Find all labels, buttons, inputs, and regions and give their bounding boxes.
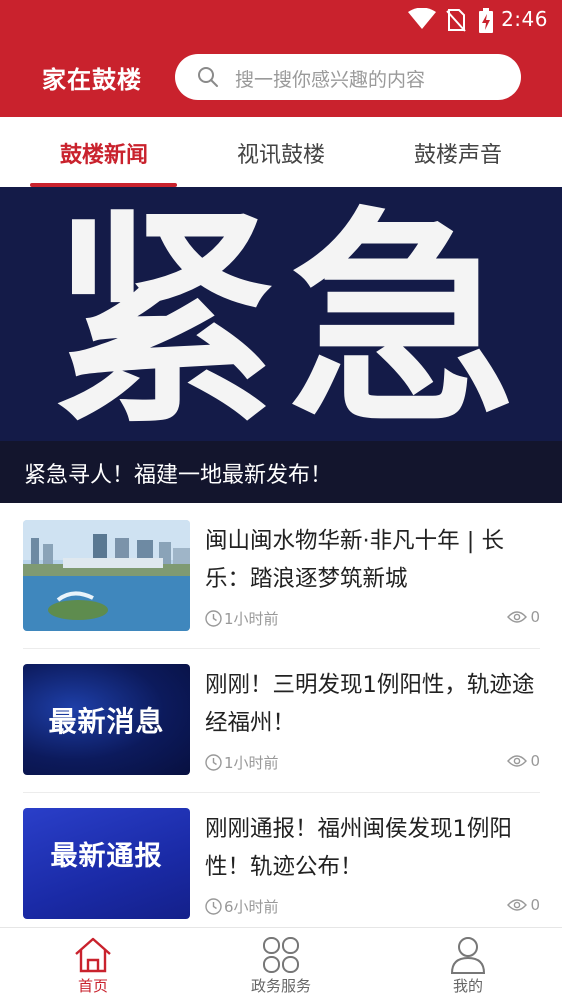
news-time: 6小时前 [205,896,279,917]
thumbnail-text: 最新消息 [48,704,165,738]
category-tabs: 鼓楼新闻 视讯鼓楼 鼓楼声音 [0,117,562,187]
news-views-count: 0 [530,896,540,914]
news-time-text: 1小时前 [224,610,279,628]
nav-mine[interactable]: 我的 [398,928,538,1000]
news-views: 0 [507,752,540,770]
news-thumbnail-latest-news: 最新消息 [23,664,190,775]
news-time: 1小时前 [205,752,279,773]
app-header: 2:46 家在鼓楼 搜一搜你感兴趣的内容 [0,0,562,117]
bottom-navigation: 首页 政务服务 我的 [0,927,562,1000]
search-placeholder: 搜一搜你感兴趣的内容 [235,69,426,91]
clock-icon [205,898,222,915]
news-time-text: 1小时前 [224,754,279,772]
news-thumbnail-latest-report: 最新通报 [23,808,190,919]
search-icon [198,67,218,87]
battery-charging-icon [479,8,493,33]
tab-gulou-news[interactable]: 鼓楼新闻 [14,137,194,169]
eye-icon [507,611,528,623]
search-input[interactable]: 搜一搜你感兴趣的内容 [175,54,521,100]
wifi-icon [408,8,436,29]
divider [23,648,540,649]
nav-government-services[interactable]: 政务服务 [211,928,351,1000]
status-bar: 2:46 [0,0,562,38]
nav-home-label: 首页 [77,977,108,995]
nav-mine-label: 我的 [452,977,483,995]
news-views-count: 0 [530,608,540,626]
eye-icon [507,755,528,767]
banner-image-text: 紧急 [50,188,526,454]
tab-gulou-video[interactable]: 视讯鼓楼 [191,137,371,169]
clock-icon [205,610,222,627]
clock-icon [205,754,222,771]
home-icon [75,937,111,973]
news-title: 闽山闽水物华新·非凡十年 | 长乐：踏浪逐梦筑新城 [205,528,505,592]
thumbnail-text: 最新通报 [50,841,163,872]
divider [23,792,540,793]
banner-caption: 紧急寻人！福建一地最新发布！ [24,463,333,488]
news-views-count: 0 [530,752,540,770]
tab-gulou-voice[interactable]: 鼓楼声音 [368,137,548,169]
headline-banner[interactable]: 紧急 紧急寻人！福建一地最新发布！ [0,187,562,503]
news-views: 0 [507,896,540,914]
news-thumbnail-city [23,520,190,631]
news-time: 1小时前 [205,608,279,629]
news-item-3[interactable]: 最新通报 刚刚通报！福州闽侯发现1例阳性！轨迹公布！ 6小时前 0 [23,808,540,920]
news-item-1[interactable]: 闽山闽水物华新·非凡十年 | 长乐：踏浪逐梦筑新城 1小时前 0 [23,520,540,632]
no-sim-icon [446,9,466,32]
user-icon [450,937,486,974]
news-time-text: 6小时前 [224,898,279,916]
news-title: 刚刚通报！福州闽侯发现1例阳性！轨迹公布！ [205,816,512,880]
grid-icon [263,937,299,973]
news-item-2[interactable]: 最新消息 刚刚！三明发现1例阳性，轨迹途经福州！ 1小时前 0 [23,664,540,776]
app-title: 家在鼓楼 [42,65,142,94]
news-views: 0 [507,608,540,626]
nav-government-services-label: 政务服务 [250,977,311,995]
eye-icon [507,899,528,911]
news-title: 刚刚！三明发现1例阳性，轨迹途经福州！ [205,672,535,736]
nav-home[interactable]: 首页 [23,928,163,1000]
status-time: 2:46 [501,7,548,31]
